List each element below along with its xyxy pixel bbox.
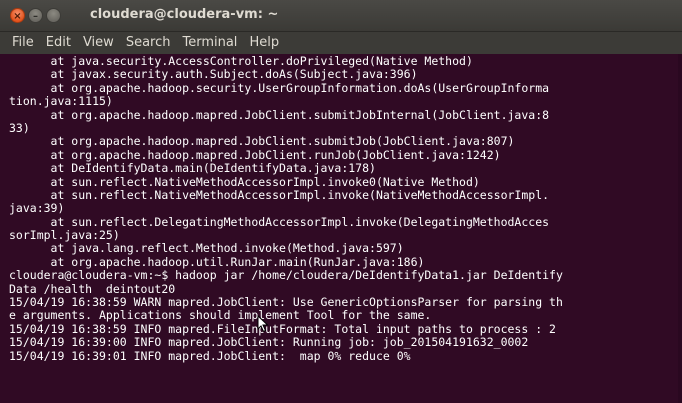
maximize-window-button[interactable]: [46, 8, 61, 23]
terminal-line: at DeIdentifyData.main(DeIdentifyData.ja…: [9, 161, 376, 176]
shell-command-continuation: Data /health deintout20: [9, 281, 176, 296]
terminal-line: at sun.reflect.NativeMethodAccessorImpl.…: [9, 187, 550, 202]
window-edge: [678, 54, 682, 403]
terminal-line: at org.apache.hadoop.security.UserGroupI…: [9, 80, 550, 95]
terminal-line: tion.java:1115): [9, 94, 113, 109]
menu-terminal[interactable]: Terminal: [176, 32, 243, 54]
terminal-line: sorImpl.java:25): [9, 228, 120, 243]
terminal-line: at org.apache.hadoop.util.RunJar.main(Ru…: [9, 254, 425, 269]
menu-bar: File Edit View Search Terminal Help: [0, 32, 682, 54]
menu-file[interactable]: File: [6, 32, 40, 54]
terminal-line: 15/04/19 16:38:59 INFO mapred.FileInputF…: [9, 321, 556, 336]
terminal-line: java:39): [9, 201, 65, 216]
terminal-line: at org.apache.hadoop.mapred.JobClient.su…: [9, 134, 515, 149]
close-window-button[interactable]: ×: [10, 8, 25, 23]
terminal-line: at org.apache.hadoop.mapred.JobClient.su…: [9, 107, 550, 122]
terminal-line: at sun.reflect.DelegatingMethodAccessorI…: [9, 214, 550, 229]
shell-prompt-command: cloudera@cloudera-vm:~$ hadoop jar /home…: [9, 268, 563, 283]
terminal-line: 15/04/19 16:38:59 WARN mapred.JobClient:…: [9, 295, 563, 310]
menu-edit[interactable]: Edit: [40, 32, 77, 54]
terminal-output[interactable]: at java.security.AccessController.doPriv…: [0, 54, 682, 403]
terminal-line: at java.lang.reflect.Method.invoke(Metho…: [9, 241, 404, 256]
terminal-line: 33): [9, 120, 30, 135]
title-bar[interactable]: × – cloudera@cloudera-vm: ~: [0, 0, 682, 32]
terminal-line: e arguments. Applications should impleme…: [9, 308, 432, 323]
menu-help[interactable]: Help: [243, 32, 285, 54]
terminal-line: at javax.security.auth.Subject.doAs(Subj…: [9, 67, 418, 82]
menu-view[interactable]: View: [77, 32, 120, 54]
terminal-line: 15/04/19 16:39:01 INFO mapred.JobClient:…: [9, 348, 411, 363]
terminal-line: at sun.reflect.NativeMethodAccessorImpl.…: [9, 174, 480, 189]
window-title: cloudera@cloudera-vm: ~: [90, 7, 279, 22]
terminal-window: × – cloudera@cloudera-vm: ~ File Edit Vi…: [0, 0, 682, 403]
menu-search[interactable]: Search: [120, 32, 177, 54]
minimize-window-button[interactable]: –: [28, 8, 43, 23]
terminal-line: at java.security.AccessController.doPriv…: [9, 54, 473, 68]
terminal-line: at org.apache.hadoop.mapred.JobClient.ru…: [9, 147, 501, 162]
terminal-line: 15/04/19 16:39:00 INFO mapred.JobClient:…: [9, 335, 529, 350]
